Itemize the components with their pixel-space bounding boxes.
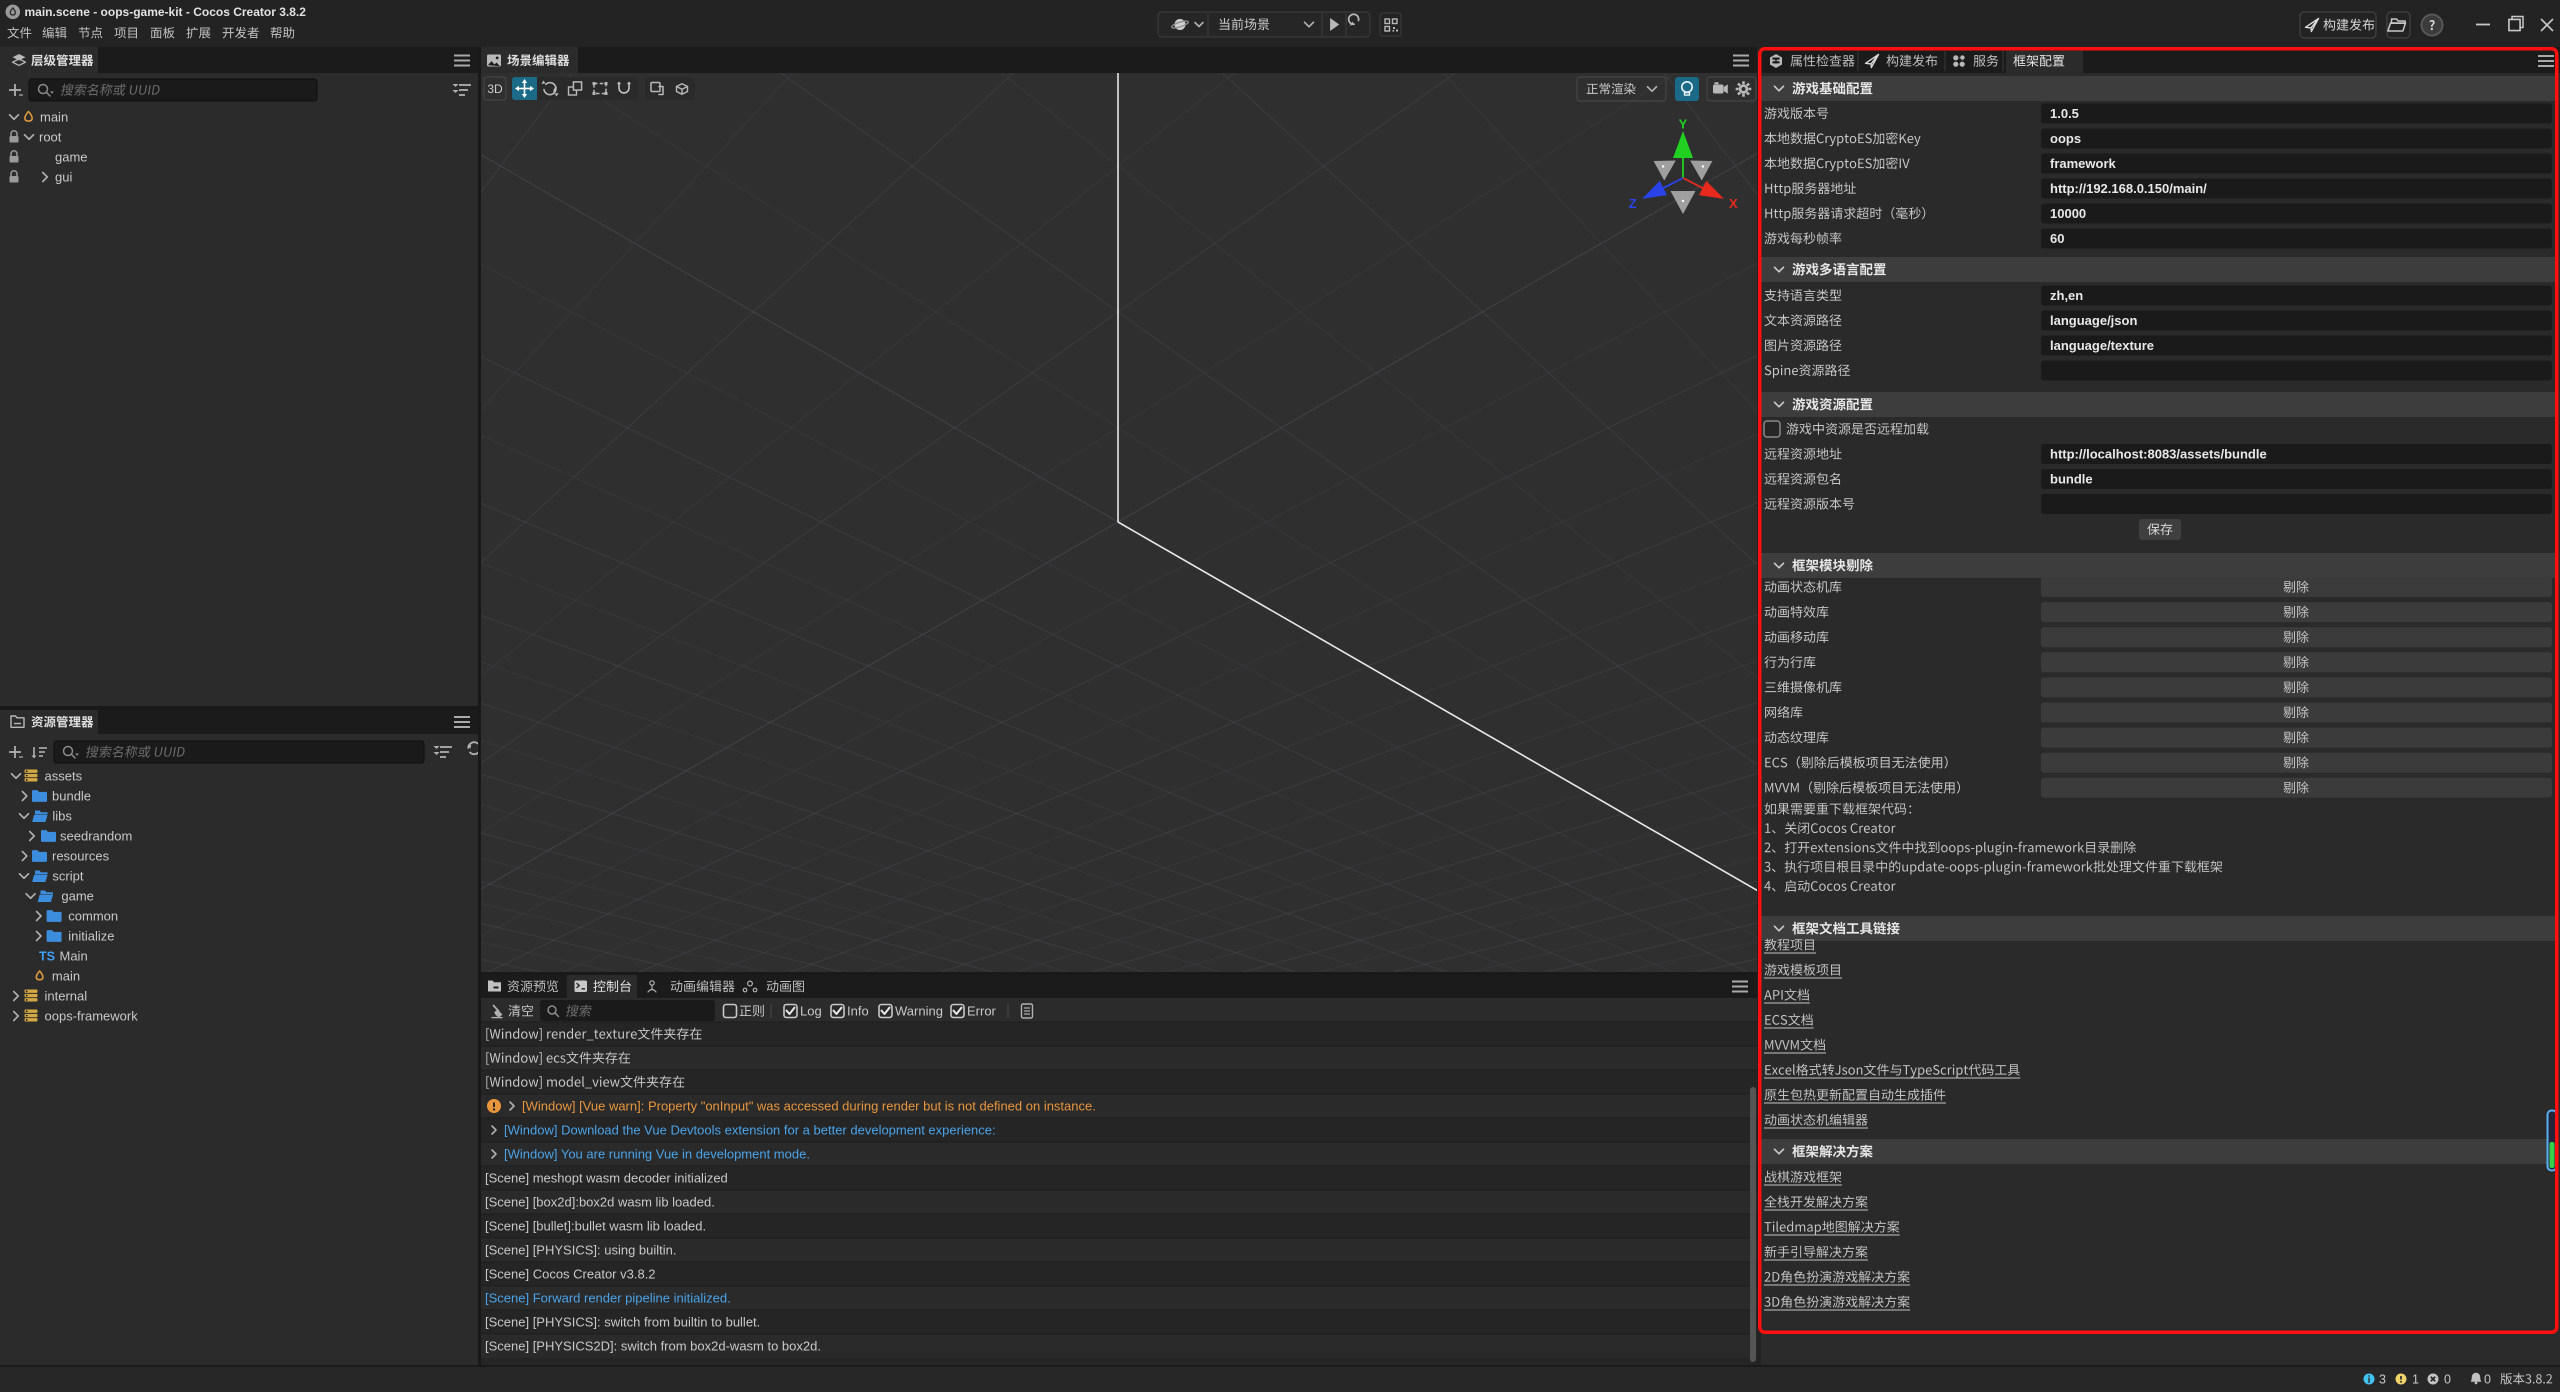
svg-text:bundle: bundle <box>2050 472 2093 487</box>
svg-text:0: 0 <box>2444 1372 2451 1386</box>
svg-text:60: 60 <box>2050 231 2064 246</box>
svg-text:initialize: initialize <box>68 929 114 944</box>
svg-text:TS: TS <box>39 949 55 963</box>
svg-text:Info: Info <box>847 1004 869 1019</box>
svg-text:common: common <box>68 909 118 924</box>
svg-text:game: game <box>55 150 88 165</box>
svg-text:Error: Error <box>967 1004 997 1019</box>
svg-text:seedrandom: seedrandom <box>60 829 132 844</box>
svg-text:Z: Z <box>1629 196 1637 211</box>
svg-text:main: main <box>40 110 68 125</box>
svg-text:[Scene] [PHYSICS]: switch from: [Scene] [PHYSICS]: switch from builtin t… <box>485 1315 760 1330</box>
svg-text:[Scene] [bullet]:bullet wasm l: [Scene] [bullet]:bullet wasm lib loaded. <box>485 1219 706 1234</box>
svg-text:[Scene] [box2d]:box2d wasm lib: [Scene] [box2d]:box2d wasm lib loaded. <box>485 1195 715 1210</box>
svg-text:Y: Y <box>1679 117 1688 132</box>
svg-text:game: game <box>61 889 94 904</box>
svg-text:oops: oops <box>2050 131 2081 146</box>
svg-text:[Window] Download the Vue Devt: [Window] Download the Vue Devtools exten… <box>504 1123 996 1138</box>
svg-text:0: 0 <box>2484 1372 2491 1386</box>
svg-text:oops-framework: oops-framework <box>45 1009 139 1024</box>
svg-text:[Window] You are running Vue i: [Window] You are running Vue in developm… <box>504 1147 810 1162</box>
svg-text:1.0.5: 1.0.5 <box>2050 106 2079 121</box>
svg-text:Log: Log <box>800 1004 822 1019</box>
svg-text:Warning: Warning <box>895 1004 943 1019</box>
svg-text:[Scene] meshopt wasm decoder i: [Scene] meshopt wasm decoder initialized <box>485 1171 728 1186</box>
svg-text:X: X <box>1729 196 1738 211</box>
svg-text:3: 3 <box>2379 1372 2386 1386</box>
svg-text:language/texture: language/texture <box>2050 338 2154 353</box>
svg-text:http://192.168.0.150/main/: http://192.168.0.150/main/ <box>2050 181 2207 196</box>
svg-text:10000: 10000 <box>2050 206 2086 221</box>
svg-text:script: script <box>52 869 83 884</box>
svg-text:main.scene - oops-game-kit - C: main.scene - oops-game-kit - Cocos Creat… <box>25 5 307 19</box>
svg-text:main: main <box>52 969 80 984</box>
svg-text:[Scene] Cocos Creator v3.8.2: [Scene] Cocos Creator v3.8.2 <box>485 1267 656 1282</box>
svg-text:bundle: bundle <box>52 789 91 804</box>
svg-text:[Scene] [PHYSICS2D]: switch fr: [Scene] [PHYSICS2D]: switch from box2d-w… <box>485 1339 821 1354</box>
svg-text:framework: framework <box>2050 156 2117 171</box>
svg-text:libs: libs <box>52 809 72 824</box>
svg-text:gui: gui <box>55 170 72 185</box>
svg-text:[Scene] [PHYSICS]: using built: [Scene] [PHYSICS]: using builtin. <box>485 1243 676 1258</box>
svg-text:3D: 3D <box>487 82 503 96</box>
svg-text:language/json: language/json <box>2050 313 2137 328</box>
svg-text:[Window] [Vue warn]: Property: [Window] [Vue warn]: Property "onInput" … <box>522 1099 1096 1114</box>
svg-text:[Scene] Forward render pipelin: [Scene] Forward render pipeline initiali… <box>485 1291 731 1306</box>
svg-text:Main: Main <box>60 949 88 964</box>
svg-text:internal: internal <box>45 989 88 1004</box>
svg-text:http://localhost:8083/assets/b: http://localhost:8083/assets/bundle <box>2050 447 2267 462</box>
svg-text:assets: assets <box>45 769 83 784</box>
svg-text:root: root <box>39 130 62 145</box>
svg-text:1: 1 <box>2412 1372 2419 1386</box>
svg-text:zh,en: zh,en <box>2050 288 2083 303</box>
svg-text:resources: resources <box>52 849 110 864</box>
